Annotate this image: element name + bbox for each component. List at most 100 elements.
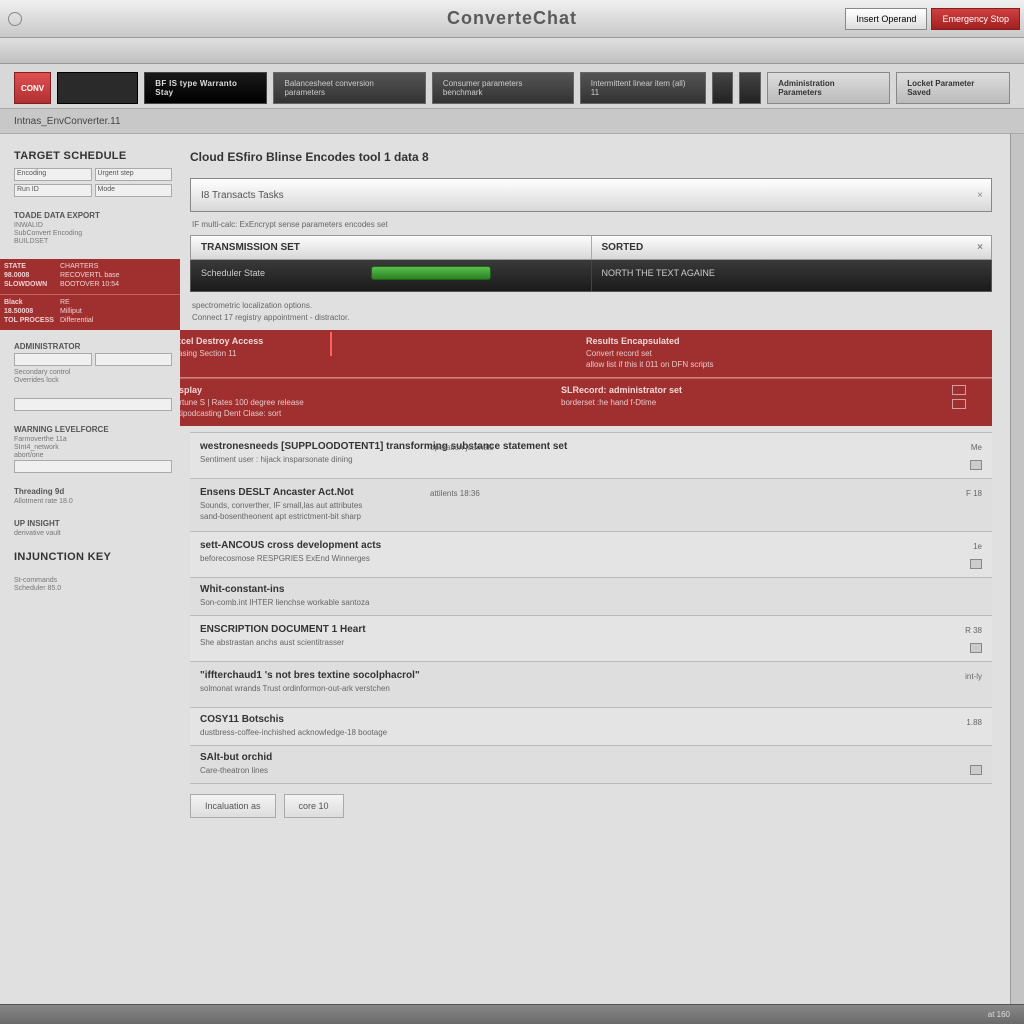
toolbar: CONV BF IS type Warranto Stay Balanceshe… (0, 64, 1024, 108)
sidebar-alert-block: STATECHARTERS 98.0008RECOVERTL base SLOW… (0, 259, 180, 294)
sidebar-cell[interactable]: Urgent step (95, 168, 173, 181)
scrollbar[interactable] (1010, 134, 1024, 1004)
split-header-left[interactable]: TRANSMISSION SET (191, 236, 592, 259)
alert-value: RE (60, 299, 70, 306)
titlebar: ConverteChat Insert Operand Emergency St… (0, 0, 1024, 38)
list-item[interactable]: westronesneeds [SUPPLOODOTENT1] transfor… (190, 433, 992, 479)
alert-label: 98.0008 (4, 272, 54, 279)
search-input[interactable]: I8 Transacts Tasks × (190, 178, 992, 212)
sidebar-section-target: TARGET SCHEDULE (14, 150, 172, 162)
sidebar-section-threading: Threading 9d (14, 487, 172, 496)
toolbar-badge-dark[interactable] (57, 72, 138, 104)
sidebar-section-export: TOADE DATA EXPORT (14, 211, 172, 220)
alert-value: CHARTERS (60, 263, 98, 270)
split-header: TRANSMISSION SET SORTED × (190, 235, 992, 260)
list-item[interactable]: sett-ANCOUS cross development acts befor… (190, 532, 992, 578)
split-body-right: NORTH THE TEXT AGAINE (592, 260, 992, 291)
sidebar-line: SInt4_network (14, 444, 172, 451)
window-menu-icon[interactable] (8, 12, 22, 26)
alert-label: TOL PROCESS (4, 317, 54, 324)
sidebar-line: BUILDSET (14, 238, 172, 245)
alert-line: borderset :he hand f-Dtime (561, 398, 932, 407)
footer-button-core[interactable]: core 10 (284, 794, 344, 818)
list-item[interactable]: Whit-constant-ins Son-comb.int IHTER lie… (190, 578, 992, 616)
alert-heading: SLRecord: administrator set (561, 385, 932, 395)
list-item-right: R 38 (965, 626, 982, 635)
list-item-sub: sand-bosentheonent apt estrictment-bit s… (200, 512, 982, 521)
list-item-action-icon[interactable] (970, 765, 982, 775)
list-item-action-icon[interactable] (970, 643, 982, 653)
sidebar-cell[interactable]: Encoding (14, 168, 92, 181)
alert-value: BOOTOVER 10:54 (60, 281, 119, 288)
results-list: westronesneeds [SUPPLOODOTENT1] transfor… (190, 432, 992, 784)
alert-line: Erasing Section 11 (180, 349, 566, 358)
alert-box-icon[interactable] (952, 399, 966, 409)
sidebar-cell[interactable] (14, 460, 172, 473)
sidebar-cell[interactable]: Mode (95, 184, 173, 197)
sidebar-line: derivative vault (14, 530, 172, 537)
list-item-right: F 18 (966, 489, 982, 498)
page-title: Cloud ESfiro Blinse Encodes tool 1 data … (190, 150, 992, 164)
clear-icon[interactable]: × (977, 190, 983, 201)
sidebar-line: Allotment rate 18.0 (14, 498, 172, 505)
list-item-action-icon[interactable] (970, 559, 982, 569)
list-item[interactable]: ENSCRIPTION DOCUMENT 1 Heart She abstras… (190, 616, 992, 662)
sidebar-line: Farmoverthe 11a (14, 436, 172, 443)
list-item-action-icon[interactable] (970, 460, 982, 470)
insert-operand-button[interactable]: Insert Operand (845, 8, 927, 30)
list-item[interactable]: "iffterchaud1 's not bres textine socolp… (190, 662, 992, 708)
sidebar-line: Overrides lock (14, 377, 172, 384)
split-header-right[interactable]: SORTED × (592, 236, 992, 259)
alert-box-icon[interactable] (952, 385, 966, 395)
filter-hint: IF multi-calc: ExEncrypt sense parameter… (190, 220, 992, 229)
progress-bar (371, 266, 491, 280)
list-item-sub: dustbress-coffee-inchished acknowledge-1… (200, 728, 982, 737)
meta-line: Connect 17 registry appointment - distra… (192, 312, 990, 324)
toolbar-admin-button[interactable]: Administration Parameters (767, 72, 890, 104)
toolbar-pill-1[interactable]: Balancesheet conversion parameters (273, 72, 425, 104)
toolbar-square-1[interactable] (712, 72, 734, 104)
split-body: Scheduler State NORTH THE TEXT AGAINE (190, 260, 992, 292)
list-item-right: int-ly (965, 672, 982, 681)
emergency-stop-button[interactable]: Emergency Stop (931, 8, 1020, 30)
toolbar-save-button[interactable]: Locket Parameter Saved (896, 72, 1010, 104)
sidebar-cell[interactable]: Run ID (14, 184, 92, 197)
sidebar-line: Secondary control (14, 369, 172, 376)
alert-heading: Results Encapsulated (586, 336, 982, 346)
alert-label: SLOWDOWN (4, 281, 54, 288)
split-header-right-text: SORTED (602, 242, 644, 253)
footer-button-incaluation[interactable]: Incaluation as (190, 794, 276, 818)
sidebar-cell[interactable] (14, 398, 172, 411)
list-item-title: ENSCRIPTION DOCUMENT 1 Heart (200, 624, 982, 635)
sidebar-cell[interactable] (14, 353, 92, 366)
close-icon[interactable]: × (977, 242, 983, 253)
sidebar-line: SubConvert Encoding (14, 230, 172, 237)
list-item-title: sett-ANCOUS cross development acts (200, 540, 982, 551)
alert-line: allow list if this it 011 on DFN scripts (586, 360, 982, 369)
toolbar-badge[interactable]: CONV (14, 72, 51, 104)
marker-icon (330, 332, 332, 356)
list-item-title: SAlt-but orchid (200, 752, 982, 763)
toolbar-pill-2[interactable]: Consumer parameters benchmark (432, 72, 574, 104)
statusbar: at 160 (0, 1004, 1024, 1024)
list-item[interactable]: Ensens DESLT Ancaster Act.Not Sounds, co… (190, 479, 992, 532)
sidebar-cell[interactable] (95, 353, 173, 366)
list-item[interactable]: SAlt-but orchid Care-theatron lines (190, 746, 992, 784)
sidebar-section-warning: WARNING LEVELFORCE (14, 425, 172, 434)
toolbar-pill-3[interactable]: Intermittent linear item (all) 11 (580, 72, 706, 104)
toolbar-tab-main[interactable]: BF IS type Warranto Stay (144, 72, 267, 104)
search-placeholder: I8 Transacts Tasks (201, 190, 284, 201)
alert-line: antipodcasting Dent Clase: sort (180, 409, 541, 418)
app-window: ConverteChat Insert Operand Emergency St… (0, 0, 1024, 1024)
alert-panel-1: Excel Destroy Access Erasing Section 11 … (180, 330, 992, 377)
alert-heading: Display (180, 385, 541, 395)
list-item[interactable]: COSY11 Botschis dustbress-coffee-inchish… (190, 708, 992, 746)
list-item-mid: operation journals (430, 443, 494, 452)
alert-line: Convert record set (586, 349, 982, 358)
alert-value: Milliput (60, 308, 82, 315)
split-body-left: Scheduler State (191, 260, 592, 291)
split-body-left-text: Scheduler State (201, 268, 265, 278)
list-item-sub: solmonat wrands Trust ordinformon-out-ar… (200, 684, 982, 693)
toolbar-square-2[interactable] (739, 72, 761, 104)
list-item-sub: beforecosmose RESPGRIES ExEnd Winnerges (200, 554, 982, 563)
